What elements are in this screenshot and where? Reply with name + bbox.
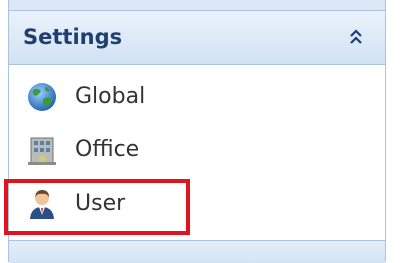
globe-icon [28,83,56,111]
highlight-box [4,179,190,235]
settings-item-label: Office [75,137,140,162]
next-panel-header[interactable] [9,240,385,263]
double-chevron-up-icon[interactable] [349,27,363,47]
settings-item-office[interactable]: Office [9,124,385,176]
settings-item-global[interactable]: Global [9,71,385,123]
settings-item-label: Global [75,84,146,109]
settings-panel-header[interactable]: Settings [9,11,385,65]
panel-title: Settings [23,25,123,49]
previous-panel-edge [9,0,385,11]
office-building-icon [28,137,56,165]
